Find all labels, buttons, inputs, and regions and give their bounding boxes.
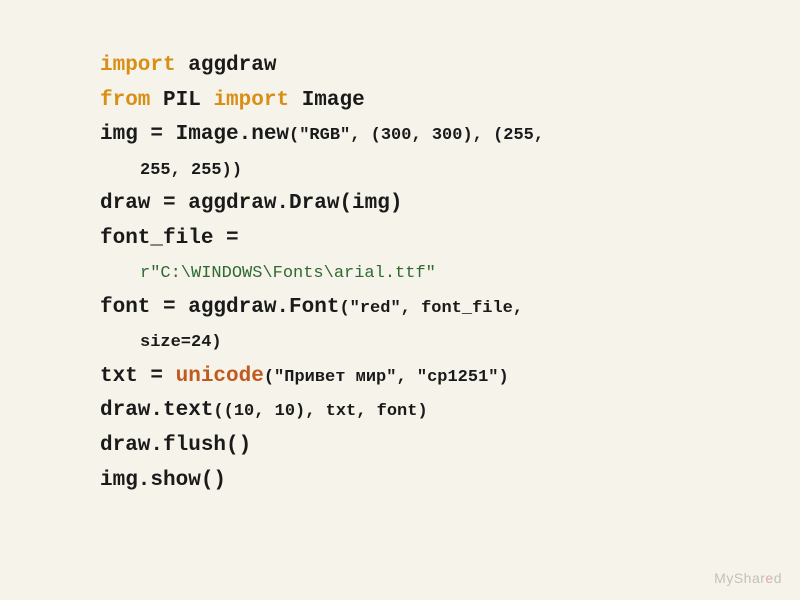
call-args: ("RGB", (300, 300), (255, bbox=[289, 126, 544, 145]
code-line-6: font = aggdraw.Font("red", font_file, bbox=[100, 292, 730, 325]
statement: img.show() bbox=[100, 469, 226, 492]
code-line-1: import aggdraw bbox=[100, 50, 730, 83]
code-line-3: img = Image.new("RGB", (300, 300), (255, bbox=[100, 119, 730, 152]
module-name: aggdraw bbox=[188, 54, 276, 77]
statement: draw.flush() bbox=[100, 434, 251, 457]
watermark-text-b: e bbox=[765, 570, 773, 586]
code-line-4: draw = aggdraw.Draw(img) bbox=[100, 188, 730, 221]
code-line-3-cont: 255, 255)) bbox=[100, 154, 730, 187]
keyword-import: import bbox=[213, 89, 289, 112]
slide: import aggdraw from PIL import Image img… bbox=[0, 0, 800, 600]
code-line-10: img.show() bbox=[100, 465, 730, 498]
code-line-6-cont: size=24) bbox=[100, 326, 730, 359]
call-args-cont: size=24) bbox=[140, 333, 222, 352]
assignment: font = aggdraw.Font bbox=[100, 296, 339, 319]
code-line-7: txt = unicode("Привет мир", "cp1251") bbox=[100, 361, 730, 394]
code-line-5: font_file = bbox=[100, 223, 730, 256]
code-line-8: draw.text((10, 10), txt, font) bbox=[100, 395, 730, 428]
call-args: ("red", font_file, bbox=[339, 299, 523, 318]
code-line-5-cont: r"C:\WINDOWS\Fonts\arial.ttf" bbox=[100, 257, 730, 290]
code-line-2: from PIL import Image bbox=[100, 85, 730, 118]
string-literal: r"C:\WINDOWS\Fonts\arial.ttf" bbox=[140, 264, 436, 283]
keyword-from: from bbox=[100, 89, 150, 112]
keyword-import: import bbox=[100, 54, 176, 77]
call-args: ("Привет мир", "cp1251") bbox=[264, 368, 509, 387]
call-args: ((10, 10), txt, font) bbox=[213, 402, 427, 421]
assignment: img = Image.new bbox=[100, 123, 289, 146]
builtin-unicode: unicode bbox=[176, 365, 264, 388]
import-name: Image bbox=[302, 89, 365, 112]
watermark-text-a: MyShar bbox=[714, 570, 765, 586]
statement: draw = aggdraw.Draw(img) bbox=[100, 192, 402, 215]
watermark: MyShared bbox=[714, 570, 782, 586]
code-block: import aggdraw from PIL import Image img… bbox=[100, 50, 730, 497]
method-call: draw.text bbox=[100, 399, 213, 422]
assignment: font_file = bbox=[100, 227, 239, 250]
call-args-cont: 255, 255)) bbox=[140, 161, 242, 180]
code-line-9: draw.flush() bbox=[100, 430, 730, 463]
module-name: PIL bbox=[163, 89, 201, 112]
assignment: txt = bbox=[100, 365, 176, 388]
watermark-text-c: d bbox=[774, 570, 782, 586]
